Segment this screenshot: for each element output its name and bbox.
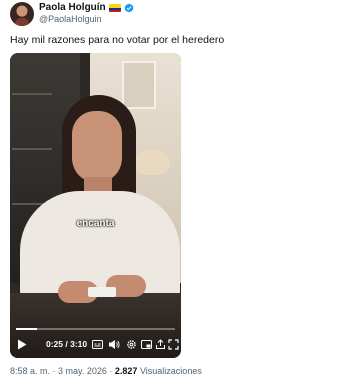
author-name[interactable]: Paola Holguín bbox=[39, 2, 106, 13]
volume-icon[interactable] bbox=[108, 338, 120, 350]
fullscreen-icon[interactable] bbox=[167, 338, 179, 350]
tweet-meta: 8:58 a. m. · 3 may. 2026 · 2.827 Visuali… bbox=[10, 366, 202, 376]
video-caption: encanta bbox=[76, 218, 115, 229]
video-time: 0:25 / 3:10 bbox=[46, 339, 88, 349]
views-label: Visualizaciones bbox=[139, 366, 202, 376]
current-time: 0:25 bbox=[46, 339, 64, 349]
view-count: 2.827 bbox=[114, 366, 138, 376]
verified-badge-icon bbox=[124, 2, 134, 13]
video-progress-bar[interactable] bbox=[16, 328, 175, 330]
author-name-row: Paola Holguín bbox=[39, 2, 134, 13]
tweet-date[interactable]: 3 may. 2026 bbox=[58, 366, 107, 376]
video-frame bbox=[10, 53, 181, 358]
video-player[interactable]: encanta 0:25 / 3:10 bbox=[10, 53, 181, 358]
picture-in-picture-icon[interactable] bbox=[140, 338, 152, 350]
play-icon[interactable] bbox=[16, 338, 28, 350]
video-controls: 0:25 / 3:10 bbox=[10, 335, 181, 355]
tweet-time[interactable]: 8:58 a. m. bbox=[10, 366, 50, 376]
colombia-flag-icon bbox=[108, 3, 121, 12]
avatar[interactable] bbox=[10, 2, 34, 26]
author-handle[interactable]: @PaolaHolguin bbox=[39, 14, 102, 24]
tweet-text: Hay mil razones para no votar por el her… bbox=[10, 34, 225, 46]
share-icon[interactable] bbox=[154, 338, 166, 350]
tweet-header: Paola Holguín @PaolaHolguin bbox=[10, 2, 340, 28]
captions-icon[interactable] bbox=[91, 338, 103, 350]
settings-icon[interactable] bbox=[125, 338, 137, 350]
video-progress-fill bbox=[16, 328, 37, 330]
duration: 3:10 bbox=[70, 339, 88, 349]
